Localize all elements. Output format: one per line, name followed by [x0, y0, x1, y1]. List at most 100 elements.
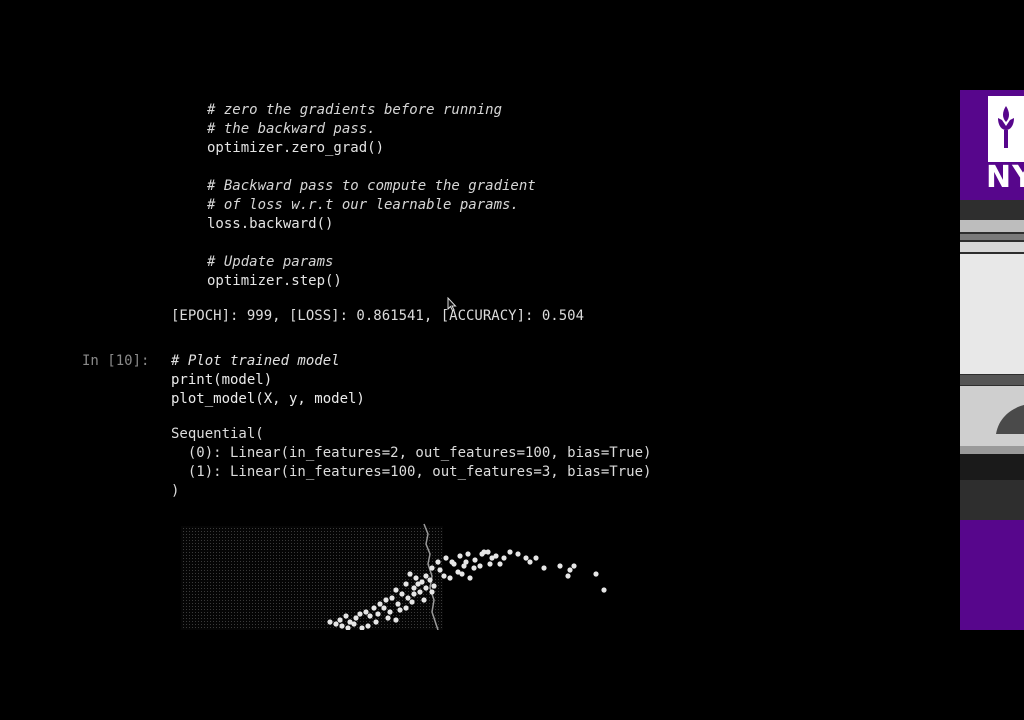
data-point [363, 609, 369, 615]
data-point [377, 601, 383, 607]
code-cell[interactable]: # Plot trained model print(model) plot_mod… [171, 352, 365, 409]
data-point [343, 613, 349, 619]
data-point [357, 611, 363, 617]
data-point [403, 581, 409, 587]
data-point [429, 589, 435, 595]
cell-code-line: print(model) [171, 372, 273, 388]
model-output: Sequential( (0): Linear(in_features=2, o… [171, 425, 651, 501]
data-point [472, 557, 478, 563]
cell-code-line: # Plot trained model [171, 353, 340, 369]
data-point [365, 623, 371, 629]
data-point [423, 585, 429, 591]
data-point [399, 591, 405, 597]
data-point [411, 585, 417, 591]
data-point [601, 587, 607, 593]
data-point [421, 597, 427, 603]
data-point [405, 595, 411, 601]
data-point [413, 575, 419, 581]
cell-prompt: In [10]: [82, 353, 150, 369]
data-point [387, 609, 393, 615]
data-point [393, 617, 399, 623]
data-point [515, 551, 521, 557]
code-block-line: optimizer.step() [207, 273, 342, 289]
data-point [431, 583, 437, 589]
data-point [443, 555, 449, 561]
data-point [423, 573, 429, 579]
data-point [593, 571, 599, 577]
data-point [417, 589, 423, 595]
data-point [367, 613, 373, 619]
data-point [487, 561, 493, 567]
data-point [465, 551, 471, 557]
data-point [489, 555, 495, 561]
code-block-line: # Update params [207, 254, 334, 270]
nyu-logo-text: NY [986, 160, 1024, 195]
data-point [385, 615, 391, 621]
code-block-line: # Backward pass to compute the gradient [207, 178, 536, 194]
decision-boundary-plot [170, 518, 630, 630]
data-point [459, 571, 465, 577]
code-block-line: # of loss w.r.t our learnable params. [207, 197, 519, 213]
data-point [477, 563, 483, 569]
data-point [523, 555, 529, 561]
code-block-line: optimizer.zero_grad() [207, 140, 385, 156]
data-point [441, 573, 447, 579]
data-point [337, 617, 343, 623]
data-point [507, 549, 513, 555]
data-point [447, 575, 453, 581]
data-point [571, 563, 577, 569]
code-block-line: loss.backward() [207, 216, 334, 232]
data-point [407, 571, 413, 577]
data-point [395, 601, 401, 607]
data-point [389, 595, 395, 601]
data-point [471, 565, 477, 571]
data-point [565, 573, 571, 579]
data-point [533, 555, 539, 561]
training-output: [EPOCH]: 999, [LOSS]: 0.861541, [ACCURAC… [171, 308, 585, 324]
nyu-banner-bottom [960, 520, 1024, 630]
data-point [497, 561, 503, 567]
code-block-line: # the backward pass. [207, 121, 376, 137]
data-point [397, 607, 403, 613]
data-point [501, 555, 507, 561]
code-block[interactable]: # zero the gradients before running # the… [207, 101, 536, 291]
data-point [333, 621, 339, 627]
model-output-line: Sequential( [171, 426, 264, 442]
data-point [353, 615, 359, 621]
data-point [567, 567, 573, 573]
model-output-line: (0): Linear(in_features=2, out_features=… [171, 445, 652, 461]
data-point [541, 565, 547, 571]
data-point [339, 623, 345, 629]
data-point [527, 559, 533, 565]
data-point [463, 559, 469, 565]
data-point [373, 619, 379, 625]
data-point [427, 577, 433, 583]
data-point [327, 619, 333, 625]
building-photo [960, 200, 1024, 535]
nyu-banner: NY [960, 90, 1024, 200]
model-output-line: (1): Linear(in_features=100, out_feature… [171, 464, 652, 480]
data-point [457, 553, 463, 559]
data-point [467, 575, 473, 581]
data-point [403, 605, 409, 611]
data-point [381, 605, 387, 611]
decision-region [181, 526, 443, 630]
data-point [371, 605, 377, 611]
data-point [415, 581, 421, 587]
data-point [351, 621, 357, 627]
data-point [393, 587, 399, 593]
torch-icon [988, 96, 1024, 162]
code-block-line [207, 158, 536, 177]
data-point [451, 561, 457, 567]
cell-code-line: plot_model(X, y, model) [171, 391, 365, 407]
data-point [557, 563, 563, 569]
data-point [411, 591, 417, 597]
model-output-line: ) [171, 483, 180, 499]
data-point [409, 599, 415, 605]
data-point [429, 565, 435, 571]
data-point [375, 611, 381, 617]
data-point [437, 567, 443, 573]
data-point [383, 597, 389, 603]
plot-canvas [181, 523, 607, 630]
data-point [435, 559, 441, 565]
